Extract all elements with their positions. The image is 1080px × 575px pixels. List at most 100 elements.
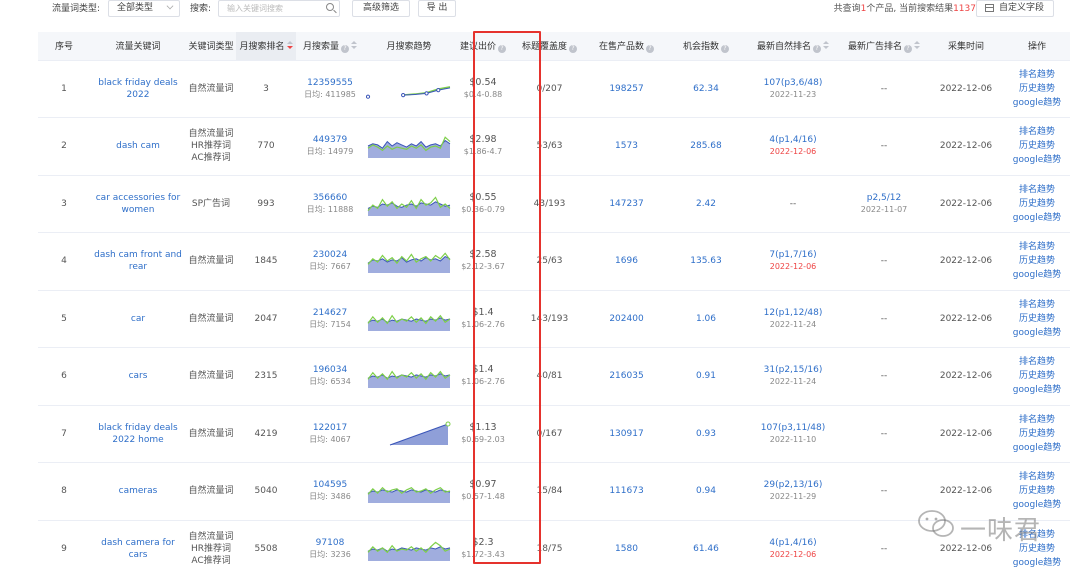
product-count-link[interactable]: 198257 <box>609 84 643 94</box>
product-count-link[interactable]: 111673 <box>609 486 643 496</box>
help-icon[interactable]: ? <box>341 44 349 53</box>
sort-icon[interactable] <box>914 40 920 50</box>
search-volume-link[interactable]: 196034 <box>298 364 362 376</box>
rank-trend-link[interactable]: 排名趋势 <box>1006 355 1068 369</box>
rank-trend-link[interactable]: 排名趋势 <box>1006 413 1068 427</box>
trend-sparkline[interactable] <box>366 477 452 505</box>
col-header-search-volume[interactable]: 月搜索量? <box>296 32 364 61</box>
cell-search-trend[interactable] <box>364 60 454 118</box>
search-volume-link[interactable]: 104595 <box>298 479 362 491</box>
product-count-link[interactable]: 1696 <box>615 256 638 266</box>
custom-fields-button[interactable]: 自定义字段 <box>976 0 1054 17</box>
history-trend-link[interactable]: 历史趋势 <box>1006 197 1068 211</box>
google-trend-link[interactable]: google趋势 <box>1006 153 1068 167</box>
organic-rank[interactable]: 7(p1,7/16) <box>748 249 838 261</box>
search-volume-link[interactable]: 12359555 <box>298 77 362 89</box>
search-volume-link[interactable]: 97108 <box>298 537 362 549</box>
keyword-link[interactable]: dash camera for cars <box>92 537 184 561</box>
keyword-link[interactable]: dash cam front and <box>92 249 184 261</box>
trend-sparkline[interactable] <box>366 535 452 563</box>
trend-sparkline[interactable] <box>366 247 452 275</box>
sort-icon[interactable] <box>286 41 293 50</box>
keyword-link[interactable]: dash cam <box>92 140 184 152</box>
keyword-link[interactable]: cars <box>92 370 184 382</box>
keyword-link[interactable]: 2022 <box>92 89 184 101</box>
google-trend-link[interactable]: google趋势 <box>1006 326 1068 340</box>
col-header-search-rank[interactable]: 月搜索排名 <box>236 32 296 61</box>
ad-rank[interactable]: p2,5/12 <box>842 192 926 204</box>
trend-sparkline[interactable] <box>366 132 452 160</box>
cell-search-trend[interactable] <box>364 347 454 406</box>
product-count-link[interactable]: 216035 <box>609 371 643 381</box>
rank-trend-link[interactable]: 排名趋势 <box>1006 125 1068 139</box>
keyword-link[interactable]: black friday deals <box>92 77 184 89</box>
help-icon[interactable]: ? <box>813 44 821 53</box>
keyword-link[interactable]: rear <box>92 261 184 273</box>
rank-trend-link[interactable]: 排名趋势 <box>1006 240 1068 254</box>
help-icon[interactable]: ? <box>646 44 654 53</box>
cell-search-trend[interactable] <box>364 175 454 233</box>
organic-rank[interactable]: 29(p2,13/16) <box>748 479 838 491</box>
rank-trend-link[interactable]: 排名趋势 <box>1006 68 1068 82</box>
google-trend-link[interactable]: google趋势 <box>1006 556 1068 570</box>
trend-sparkline[interactable] <box>366 190 452 218</box>
sort-icon[interactable] <box>823 40 829 50</box>
help-icon[interactable]: ? <box>498 44 506 53</box>
search-volume-link[interactable]: 122017 <box>298 422 362 434</box>
keyword-link[interactable]: women <box>92 204 184 216</box>
help-icon[interactable]: ? <box>721 44 729 53</box>
cell-search-trend[interactable] <box>364 290 454 348</box>
history-trend-link[interactable]: 历史趋势 <box>1006 427 1068 441</box>
keyword-link[interactable]: black friday deals <box>92 422 184 434</box>
trend-sparkline[interactable] <box>366 362 452 390</box>
keyword-link[interactable]: car <box>92 313 184 325</box>
history-trend-link[interactable]: 历史趋势 <box>1006 369 1068 383</box>
keyword-link[interactable]: 2022 home <box>92 434 184 446</box>
google-trend-link[interactable]: google趋势 <box>1006 441 1068 455</box>
cell-search-trend[interactable] <box>364 405 454 463</box>
type-filter-select[interactable]: 全部类型 <box>108 0 180 17</box>
organic-rank[interactable]: 107(p3,6/48) <box>748 77 838 89</box>
keyword-link[interactable]: cameras <box>92 485 184 497</box>
google-trend-link[interactable]: google趋势 <box>1006 268 1068 282</box>
rank-trend-link[interactable]: 排名趋势 <box>1006 183 1068 197</box>
cell-search-trend[interactable] <box>364 462 454 521</box>
google-trend-link[interactable]: google趋势 <box>1006 211 1068 225</box>
history-trend-link[interactable]: 历史趋势 <box>1006 82 1068 96</box>
product-count-link[interactable]: 130917 <box>609 429 643 439</box>
history-trend-link[interactable]: 历史趋势 <box>1006 139 1068 153</box>
export-button[interactable]: 导 出 <box>418 0 456 17</box>
col-header-organic-rank[interactable]: 最新自然排名? <box>746 32 840 61</box>
trend-sparkline[interactable] <box>366 305 452 333</box>
product-count-link[interactable]: 1573 <box>615 141 638 151</box>
organic-rank[interactable]: 12(p1,12/48) <box>748 307 838 319</box>
history-trend-link[interactable]: 历史趋势 <box>1006 254 1068 268</box>
advanced-filter-button[interactable]: 高级筛选 <box>352 0 410 17</box>
cell-search-trend[interactable] <box>364 520 454 575</box>
organic-rank[interactable]: 4(p1,4/16) <box>748 134 838 146</box>
product-count-link[interactable]: 147237 <box>609 199 643 209</box>
product-count-link[interactable]: 202400 <box>609 314 643 324</box>
cell-search-trend[interactable] <box>364 117 454 176</box>
search-icon[interactable] <box>326 3 334 11</box>
help-icon[interactable]: ? <box>904 44 912 53</box>
search-volume-link[interactable]: 356660 <box>298 192 362 204</box>
trend-sparkline[interactable] <box>366 75 452 103</box>
search-volume-link[interactable]: 230024 <box>298 249 362 261</box>
help-icon[interactable]: ? <box>569 44 577 53</box>
search-input[interactable] <box>218 0 340 17</box>
organic-rank[interactable]: 4(p1,4/16) <box>748 537 838 549</box>
organic-rank[interactable]: 107(p3,11/48) <box>748 422 838 434</box>
product-count-link[interactable]: 1580 <box>615 544 638 554</box>
history-trend-link[interactable]: 历史趋势 <box>1006 312 1068 326</box>
search-volume-link[interactable]: 449379 <box>298 134 362 146</box>
rank-trend-link[interactable]: 排名趋势 <box>1006 298 1068 312</box>
cell-search-trend[interactable] <box>364 232 454 291</box>
col-header-ad-rank[interactable]: 最新广告排名? <box>840 32 928 61</box>
rank-trend-link[interactable]: 排名趋势 <box>1006 470 1068 484</box>
organic-rank[interactable]: 31(p2,15/16) <box>748 364 838 376</box>
search-volume-link[interactable]: 214627 <box>298 307 362 319</box>
history-trend-link[interactable]: 历史趋势 <box>1006 484 1068 498</box>
trend-sparkline[interactable] <box>366 420 452 448</box>
google-trend-link[interactable]: google趋势 <box>1006 96 1068 110</box>
